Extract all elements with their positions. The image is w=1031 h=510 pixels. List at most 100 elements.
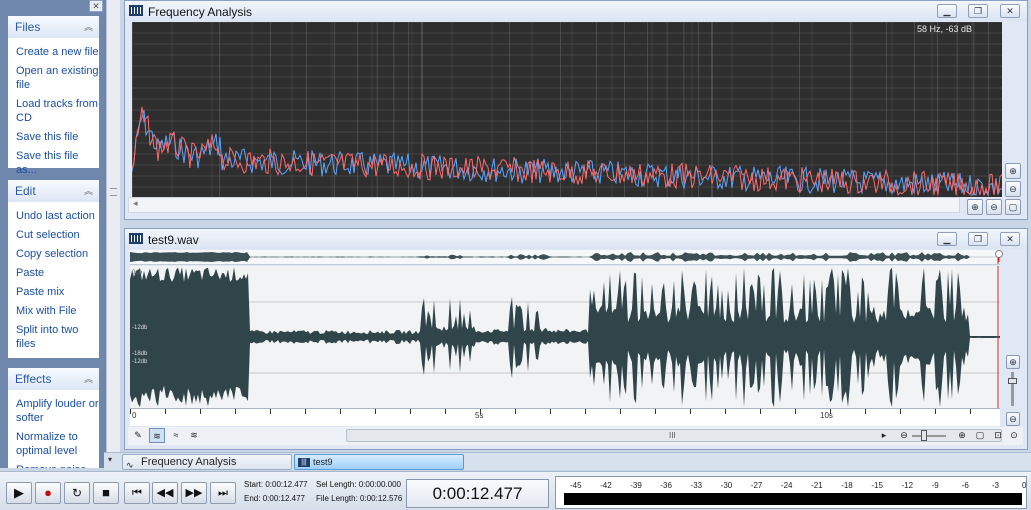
scrollbar-grip[interactable]: III — [669, 431, 676, 440]
spectrum-plot[interactable]: 58 Hz, -63 dB — [132, 22, 1002, 197]
frequency-titlebar[interactable]: Frequency Analysis ▁ ❐ ✕ — [125, 1, 1027, 21]
record-button[interactable]: ● — [35, 482, 61, 504]
task-open-existing-file[interactable]: Open an existing file — [8, 61, 99, 94]
ruler-tick — [550, 409, 551, 414]
minimize-button[interactable]: ▁ — [937, 232, 957, 246]
zoom-out-horizontal-icon[interactable]: ⊖ — [986, 199, 1002, 215]
ruler-tick — [130, 409, 131, 414]
zoom-full-icon[interactable]: ▢ — [972, 428, 988, 443]
task-split-files[interactable]: Split into two files — [8, 320, 99, 353]
select-right-channel-icon[interactable]: ≋ — [186, 428, 202, 443]
stop-button[interactable]: ■ — [93, 482, 119, 504]
vertical-zoom-knob[interactable] — [1008, 378, 1017, 384]
task-undo[interactable]: Undo last action — [8, 206, 99, 225]
task-save-file-as[interactable]: Save this file as... — [8, 146, 99, 179]
file-length: File Length: 0:00:12.576 — [316, 494, 403, 503]
waveform-display[interactable]: 0db -12db -18db -12db — [130, 266, 1000, 408]
task-amplify[interactable]: Amplify louder or softer — [8, 394, 99, 427]
collapse-chevron-icon[interactable]: ︽ — [84, 184, 93, 197]
skip-to-start-button[interactable]: ⏮ — [124, 482, 150, 504]
tab-frequency-analysis[interactable]: ∿ Frequency Analysis — [122, 454, 292, 470]
zoom-selection-icon[interactable]: ⊡ — [990, 428, 1006, 443]
task-paste[interactable]: Paste — [8, 263, 99, 282]
meter-scale-label: -15 — [871, 481, 883, 490]
zoom-slider-knob[interactable] — [921, 430, 927, 441]
select-both-channels-icon[interactable]: ≋ — [149, 428, 165, 443]
zoom-to-cursor-icon[interactable]: ⊙ — [1006, 428, 1022, 443]
task-save-file[interactable]: Save this file — [8, 127, 99, 146]
pencil-tool-icon[interactable]: ✎ — [130, 428, 146, 443]
meter-scale: -45 -42 -39 -36 -33 -30 -27 -24 -21 -18 -15 -12 -9 -6… — [556, 481, 1028, 491]
tab-test9[interactable]: ||| test9 — [294, 454, 464, 470]
meter-scale-label: -36 — [660, 481, 672, 490]
task-cut[interactable]: Cut selection — [8, 225, 99, 244]
wave-zoom-in-vertical-icon[interactable]: ⊕ — [1006, 355, 1020, 369]
files-group-header[interactable]: Files ︽ — [8, 16, 99, 38]
ruler-label: 0 — [132, 411, 137, 420]
zoom-in-icon[interactable]: ⊕ — [954, 428, 970, 443]
waveform-overview[interactable] — [130, 250, 1000, 265]
effects-group-header[interactable]: Effects ︽ — [8, 368, 99, 390]
task-copy[interactable]: Copy selection — [8, 244, 99, 263]
frequency-horizontal-scrollbar[interactable]: ◂ — [128, 197, 960, 213]
task-pane-close-button[interactable]: ✕ — [89, 0, 103, 12]
time-ruler[interactable]: 0 5s 10s — [130, 408, 1000, 426]
tab-menu-chevron-icon[interactable]: ▾ — [108, 455, 112, 464]
meter-scale-label: -39 — [630, 481, 642, 490]
cursor-marker-icon[interactable] — [994, 250, 1004, 262]
time-display: 0:00:12.477 — [406, 479, 549, 508]
meter-scale-label: 0 — [1022, 481, 1027, 490]
zoom-full-icon[interactable]: ▢ — [1005, 199, 1021, 215]
loop-button[interactable]: ↻ — [64, 482, 90, 504]
meter-scale-label: -6 — [961, 481, 969, 490]
select-left-channel-icon[interactable]: ≈ — [168, 428, 184, 443]
ruler-tick — [375, 409, 376, 414]
wave-zoom-out-vertical-icon[interactable]: ⊖ — [1006, 412, 1020, 426]
collapse-chevron-icon[interactable]: ︽ — [84, 20, 93, 33]
close-button[interactable]: ✕ — [1000, 232, 1020, 246]
play-button[interactable]: ▶ — [6, 482, 32, 504]
task-mix-with-file[interactable]: Mix with File — [8, 301, 99, 320]
maximize-button[interactable]: ❐ — [968, 4, 988, 18]
collapse-chevron-icon[interactable]: ︽ — [84, 372, 93, 385]
task-remove-noise[interactable]: Remove noise or — [8, 460, 99, 468]
db-label: -18db — [132, 351, 148, 357]
wave-titlebar[interactable]: test9.wav ▁ ❐ ✕ — [125, 229, 1027, 249]
task-paste-mix[interactable]: Paste mix — [8, 282, 99, 301]
task-load-tracks-cd[interactable]: Load tracks from CD — [8, 94, 99, 127]
rewind-button[interactable]: ◀◀ — [152, 482, 178, 504]
zoom-in-horizontal-icon[interactable]: ⊕ — [967, 199, 983, 215]
meter-bar — [564, 493, 1022, 505]
db-label: -12db — [132, 359, 148, 365]
task-normalize[interactable]: Normalize to optimal level — [8, 427, 99, 460]
scrollbar-grip[interactable] — [110, 188, 117, 196]
ruler-tick — [305, 409, 306, 414]
edit-group-header[interactable]: Edit ︽ — [8, 180, 99, 202]
db-label: -12db — [132, 325, 148, 331]
waveform-app-icon: ||| — [298, 458, 310, 467]
task-pane-scrollbar[interactable] — [106, 0, 120, 468]
ruler-tick — [690, 409, 691, 414]
files-group: Files ︽ Create a new file Open an existi… — [8, 16, 99, 176]
maximize-button[interactable]: ❐ — [968, 232, 988, 246]
ruler-tick — [200, 409, 201, 414]
skip-to-end-button[interactable]: ⏭ — [210, 482, 236, 504]
zoom-slider[interactable] — [912, 430, 946, 441]
group-title: Files — [15, 20, 41, 34]
window-title: Frequency Analysis — [148, 5, 253, 19]
meter-scale-label: -33 — [690, 481, 703, 490]
fast-forward-button[interactable]: ▶▶ — [181, 482, 207, 504]
minimize-button[interactable]: ▁ — [937, 4, 957, 18]
ruler-tick — [515, 409, 516, 414]
scroll-right-icon[interactable]: ▸ — [876, 428, 892, 443]
ruler-tick — [795, 409, 796, 414]
zoom-in-vertical-icon[interactable]: ⊕ — [1005, 163, 1021, 179]
task-create-new-file[interactable]: Create a new file — [8, 42, 99, 61]
scroll-left-icon[interactable]: ◂ — [133, 198, 138, 209]
zoom-out-icon[interactable]: ⊖ — [896, 428, 912, 443]
ruler-tick — [585, 409, 586, 414]
zoom-out-vertical-icon[interactable]: ⊖ — [1005, 181, 1021, 197]
meter-scale-label: -24 — [780, 481, 793, 490]
group-title: Effects — [15, 372, 52, 386]
close-button[interactable]: ✕ — [1000, 4, 1020, 18]
